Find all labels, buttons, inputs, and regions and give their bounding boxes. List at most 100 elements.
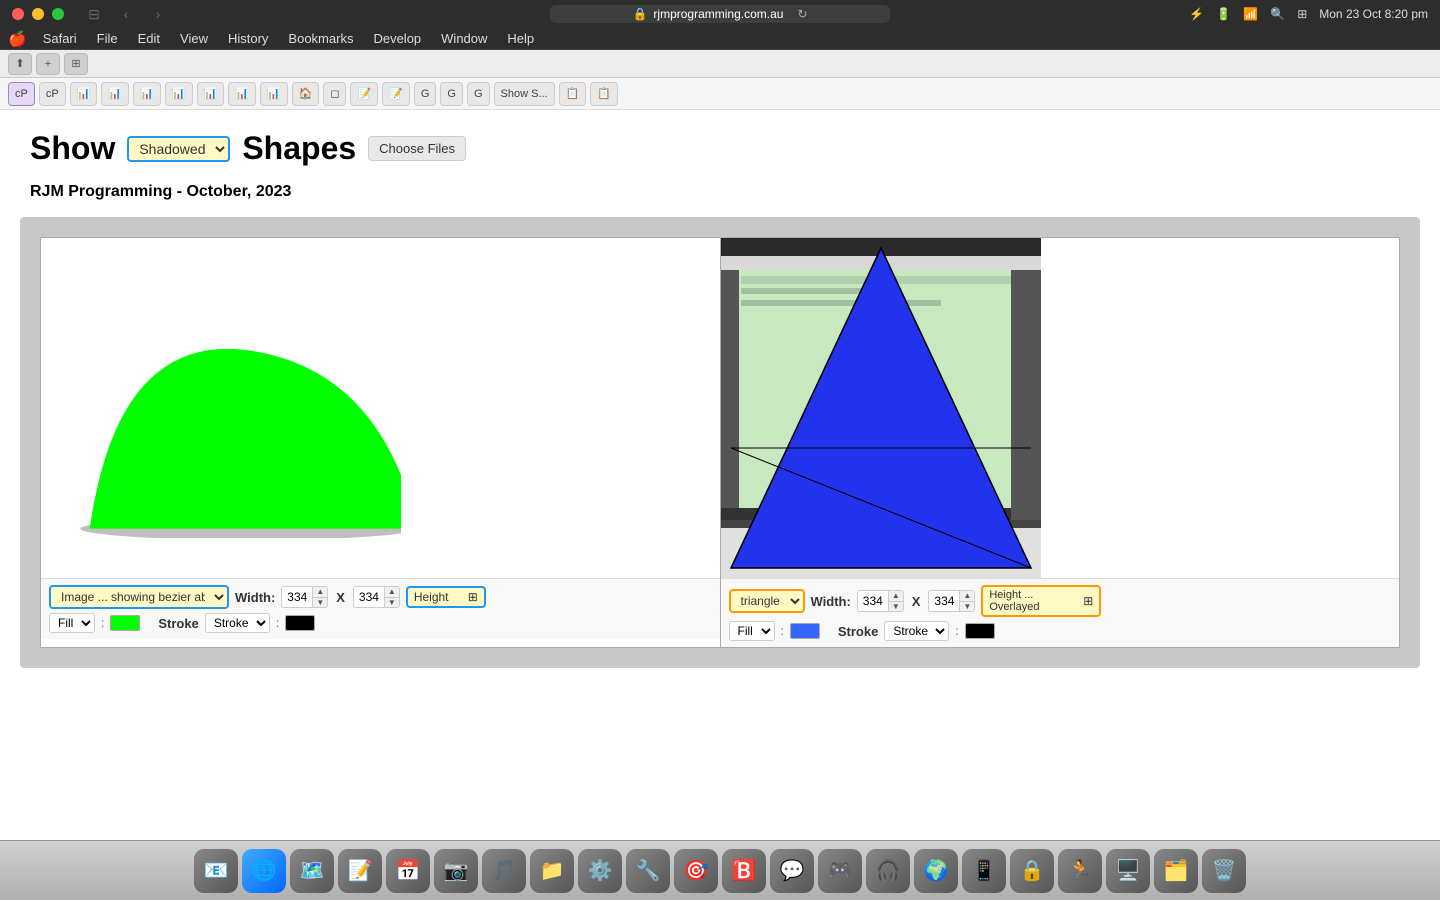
right-stroke-select[interactable]: Stroke [884, 621, 949, 641]
bookmark-6[interactable]: 📊 [165, 82, 193, 106]
bookmark-g2[interactable]: G [440, 82, 463, 106]
dock-app2[interactable]: 🔧 [626, 849, 670, 893]
dock-music[interactable]: 🎵 [482, 849, 526, 893]
bezier-shape-svg [41, 238, 401, 538]
right-stroke-color-swatch[interactable] [965, 623, 995, 639]
dock-app1[interactable]: ⚙️ [578, 849, 622, 893]
url-bar[interactable]: 🔒 rjmprogramming.com.au ↻ [550, 5, 890, 23]
left-fill-colon: : [101, 616, 104, 630]
bookmark-5[interactable]: 📊 [133, 82, 161, 106]
new-tab-button[interactable]: + [36, 53, 60, 75]
dock-mail[interactable]: 📧 [194, 849, 238, 893]
left-height-input[interactable]: Height ⊞ [406, 586, 486, 608]
dock-photos[interactable]: 📷 [434, 849, 478, 893]
dock-app7[interactable]: 🌍 [914, 849, 958, 893]
dock-maps[interactable]: 🗺️ [290, 849, 334, 893]
bookmark-8[interactable]: 📊 [228, 82, 256, 106]
dock-app11[interactable]: 🖥️ [1106, 849, 1150, 893]
dock-app3[interactable]: 🎯 [674, 849, 718, 893]
bookmark-cp-2[interactable]: cP [39, 82, 66, 106]
dock-zoom[interactable]: 💬 [770, 849, 814, 893]
menu-view[interactable]: View [172, 28, 216, 50]
share-button[interactable]: ⬆ [8, 53, 32, 75]
right-height-input[interactable]: Height ... Overlayed ⊞ [981, 585, 1101, 617]
bookmark-12[interactable]: 📝 [350, 82, 378, 106]
bookmark-show-s[interactable]: Show S... [494, 82, 555, 106]
left-height-up[interactable]: ▲ [385, 587, 399, 598]
left-stroke-select[interactable]: Stroke [205, 613, 270, 633]
dock-finder[interactable]: 🗂️ [1154, 849, 1198, 893]
left-fill-color-swatch[interactable] [110, 615, 140, 631]
right-shape-select[interactable]: triangle [729, 589, 805, 613]
dock-trash[interactable]: 🗑️ [1202, 849, 1246, 893]
left-width-up[interactable]: ▲ [313, 587, 327, 598]
menu-window[interactable]: Window [433, 28, 495, 50]
right-canvas-panel: Image referenced is rego_dams_three.jpg … [721, 238, 1400, 647]
style-select[interactable]: Shadowed [127, 136, 230, 162]
bookmark-13[interactable]: 📝 [382, 82, 410, 106]
bookmark-g3[interactable]: G [467, 82, 490, 106]
bookmark-cp-1[interactable]: cP [8, 82, 35, 106]
right-fill-select[interactable]: Fill [729, 621, 775, 641]
right-height-down[interactable]: ▼ [960, 602, 974, 612]
left-width-down[interactable]: ▼ [313, 598, 327, 608]
menu-edit[interactable]: Edit [130, 28, 168, 50]
right-canvas-svg [721, 238, 1041, 578]
right-fill-color-swatch[interactable] [790, 623, 820, 639]
back-button[interactable]: ‹ [112, 3, 140, 25]
left-fill-select[interactable]: Fill [49, 613, 95, 633]
url-text[interactable]: rjmprogramming.com.au [653, 7, 783, 21]
bookmark-4[interactable]: 📊 [101, 82, 129, 106]
close-button[interactable] [12, 8, 24, 20]
search-icon[interactable]: 🔍 [1270, 7, 1285, 21]
left-control-row-1: Image ... showing bezier above Width: 33… [49, 585, 712, 609]
right-width-spinner[interactable]: 334 ▲ ▼ [857, 590, 904, 612]
bookmark-g1[interactable]: G [414, 82, 437, 106]
dock-safari[interactable]: 🌐 [242, 849, 286, 893]
menu-bookmarks[interactable]: Bookmarks [280, 28, 361, 50]
left-canvas-area [41, 238, 720, 578]
bookmark-7[interactable]: 📊 [197, 82, 225, 106]
left-stroke-color-swatch[interactable] [285, 615, 315, 631]
dock-notes[interactable]: 📝 [338, 849, 382, 893]
left-width-spinner[interactable]: 334 ▲ ▼ [281, 586, 328, 608]
dock-app10[interactable]: 🏃 [1058, 849, 1102, 893]
dock-calendar[interactable]: 📅 [386, 849, 430, 893]
apple-menu[interactable]: 🍎 [8, 30, 27, 48]
menu-file[interactable]: File [89, 28, 126, 50]
left-canvas-controls: Image ... showing bezier above Width: 33… [41, 578, 720, 639]
menu-history[interactable]: History [220, 28, 276, 50]
right-height-num-spinner[interactable]: 334 ▲ ▼ [928, 590, 975, 612]
traffic-lights[interactable] [12, 8, 64, 20]
choose-files-button[interactable]: Choose Files [368, 136, 466, 161]
control-center-icon[interactable]: ⊞ [1297, 7, 1307, 21]
dock-app9[interactable]: 🔒 [1010, 849, 1054, 893]
dock-app4[interactable]: 🅱️ [722, 849, 766, 893]
dock-app5[interactable]: 🎮 [818, 849, 862, 893]
bookmark-19[interactable]: 📋 [590, 82, 618, 106]
bookmark-home[interactable]: 🏠 [292, 82, 320, 106]
bookmark-11[interactable]: ◻ [323, 82, 346, 106]
bookmark-3[interactable]: 📊 [70, 82, 98, 106]
menu-develop[interactable]: Develop [365, 28, 429, 50]
menu-safari[interactable]: Safari [35, 28, 85, 50]
forward-button[interactable]: › [144, 3, 172, 25]
reload-icon[interactable]: ↻ [797, 7, 807, 21]
menu-help[interactable]: Help [499, 28, 542, 50]
maximize-button[interactable] [52, 8, 64, 20]
minimize-button[interactable] [32, 8, 44, 20]
left-height-num-spinner[interactable]: 334 ▲ ▼ [353, 586, 400, 608]
wifi-icon: 📶 [1243, 7, 1258, 21]
dock-filezilla[interactable]: 📁 [530, 849, 574, 893]
right-width-up[interactable]: ▲ [889, 591, 903, 602]
sidebar-toggle[interactable]: ⊟ [80, 3, 108, 25]
right-width-down[interactable]: ▼ [889, 602, 903, 612]
dock-app6[interactable]: 🎧 [866, 849, 910, 893]
left-height-down[interactable]: ▼ [385, 598, 399, 608]
bookmark-9[interactable]: 📊 [260, 82, 288, 106]
bookmark-18[interactable]: 📋 [559, 82, 587, 106]
right-height-up[interactable]: ▲ [960, 591, 974, 602]
left-shape-select[interactable]: Image ... showing bezier above [49, 585, 229, 609]
tab-overview-button[interactable]: ⊞ [64, 53, 88, 75]
dock-app8[interactable]: 📱 [962, 849, 1006, 893]
